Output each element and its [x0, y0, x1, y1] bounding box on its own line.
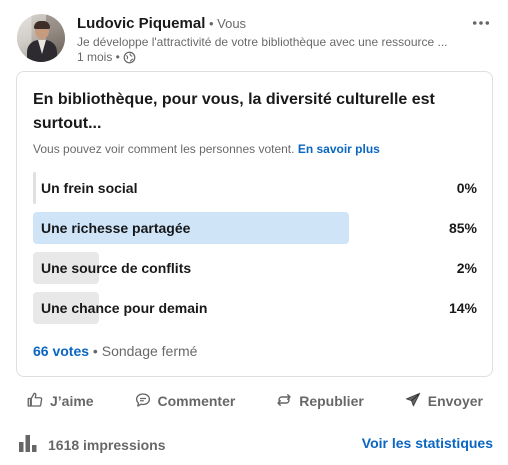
repost-icon	[275, 391, 293, 412]
social-actions-bar: J’aime Commenter Republier Envoyer	[16, 384, 493, 418]
like-label: J’aime	[50, 393, 94, 409]
poll-votes-link[interactable]: 66 votes	[33, 343, 89, 359]
comment-button[interactable]: Commenter	[124, 384, 246, 418]
poll-option-label: Une chance pour demain	[41, 300, 208, 316]
bar-chart-icon	[18, 434, 38, 455]
post-time: 1 mois •	[77, 50, 136, 64]
poll-option-bar	[33, 172, 36, 204]
poll-option[interactable]: Un frein social 0%	[33, 172, 477, 204]
avatar[interactable]	[17, 14, 65, 62]
poll-options: Un frein social 0% Une richesse partagée…	[33, 172, 477, 332]
more-horizontal-icon	[472, 13, 490, 31]
more-options-button[interactable]	[469, 14, 493, 30]
poll-option-percent: 14%	[448, 300, 477, 316]
view-statistics-link[interactable]: Voir les statistiques	[362, 435, 493, 451]
repost-button[interactable]: Republier	[265, 384, 374, 418]
impressions-count: 1618 impressions	[48, 436, 166, 453]
send-button[interactable]: Envoyer	[394, 384, 493, 418]
poll-option-label: Une source de conflits	[41, 260, 192, 276]
impressions: 1618 impressions	[18, 434, 166, 455]
send-icon	[404, 391, 422, 412]
comment-icon	[134, 391, 152, 412]
poll-option[interactable]: Une chance pour demain 14%	[33, 292, 477, 324]
poll-option[interactable]: Une source de conflits 2%	[33, 252, 477, 284]
poll-option-percent: 0%	[456, 180, 477, 196]
poll-card: En bibliothèque, pour vous, la diversité…	[16, 71, 493, 377]
like-button[interactable]: J’aime	[16, 384, 104, 418]
repost-label: Republier	[299, 393, 364, 409]
poll-question: En bibliothèque, pour vous, la diversité…	[33, 91, 435, 132]
author-line: Ludovic Piquemal • Vous	[77, 15, 246, 32]
poll-footer: 66 votes • Sondage fermé	[33, 343, 197, 359]
poll-option-percent: 85%	[448, 220, 477, 236]
poll-option-percent: 2%	[456, 260, 477, 276]
poll-option[interactable]: Une richesse partagée 85%	[33, 212, 477, 244]
poll-option-label: Une richesse partagée	[41, 220, 191, 236]
globe-icon	[123, 51, 136, 64]
author-name[interactable]: Ludovic Piquemal	[77, 15, 205, 32]
send-label: Envoyer	[427, 393, 483, 409]
poll-option-label: Un frein social	[41, 180, 138, 196]
comment-label: Commenter	[157, 393, 236, 409]
post-header: Ludovic Piquemal • Vous Je développe l'a…	[17, 14, 495, 64]
post-timestamp: 1 mois •	[77, 50, 120, 64]
poll-status: • Sondage fermé	[89, 343, 198, 359]
impressions-row: 1618 impressions Voir les statistiques	[16, 432, 493, 454]
learn-more-link[interactable]: En savoir plus	[298, 142, 380, 156]
poll-visibility-note: Vous pouvez voir comment les personnes v…	[33, 142, 380, 156]
thumbs-up-icon	[26, 391, 44, 412]
author-headline: Je développe l'attractivité de votre bib…	[77, 35, 448, 49]
author-badge: • Vous	[205, 16, 247, 31]
poll-note-text: Vous pouvez voir comment les personnes v…	[33, 142, 295, 156]
